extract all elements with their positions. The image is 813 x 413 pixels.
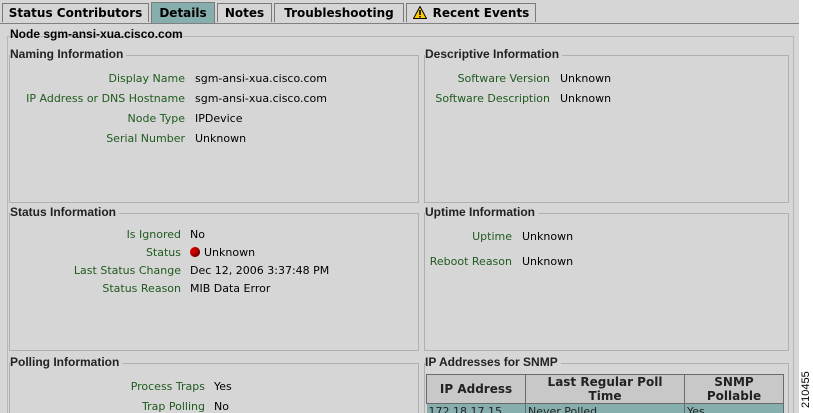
node-prefix: Node: [10, 27, 40, 41]
is-ignored-label: Is Ignored: [126, 228, 181, 241]
status-label: Status: [145, 246, 181, 259]
uptime-value: Unknown: [522, 230, 574, 243]
software-description-label: Software Description: [435, 92, 550, 105]
table-row[interactable]: 172.18.17.15 Never Polled Yes: [426, 403, 784, 413]
process-traps-value: Yes: [214, 380, 232, 393]
software-version-value: Unknown: [560, 72, 612, 85]
serial-number-label: Serial Number: [106, 132, 185, 145]
status-information-group: Status Information Is Ignored No Status …: [9, 205, 419, 351]
tab-label: Recent Events: [432, 6, 530, 20]
snmp-addresses-title: IP Addresses for SNMP: [425, 355, 561, 369]
tab-status-contributors[interactable]: Status Contributors: [2, 3, 149, 22]
tab-label: Details: [159, 6, 207, 20]
status-reason-value: MIB Data Error: [190, 282, 271, 295]
tab-bar: Status Contributors Details Notes Troubl…: [0, 0, 799, 24]
reboot-reason-label: Reboot Reason: [429, 255, 512, 268]
uptime-label: Uptime: [472, 230, 512, 243]
node-type-value: IPDevice: [195, 112, 243, 125]
tab-label: Status Contributors: [8, 6, 143, 20]
column-header-snmp-pollable[interactable]: SNMP Pollable: [684, 374, 784, 404]
status-information-title: Status Information: [10, 205, 120, 219]
details-panel: Node sgm-ansi-xua.cisco.com Naming Infor…: [4, 24, 795, 413]
warning-icon: [412, 5, 427, 25]
column-header-last-poll-time[interactable]: Last Regular Poll Time: [525, 374, 685, 404]
ip-hostname-value: sgm-ansi-xua.cisco.com: [195, 92, 327, 105]
descriptive-information-group: Descriptive Information Software Version…: [424, 47, 789, 203]
polling-information-title: Polling Information: [10, 355, 123, 369]
last-poll-time-cell: Never Polled: [525, 403, 685, 413]
node-title: Node sgm-ansi-xua.cisco.com: [10, 27, 183, 41]
display-name-label: Display Name: [108, 72, 186, 85]
naming-information-group: Naming Information Display Name sgm-ansi…: [9, 47, 419, 203]
table-header-row: IP Address Last Regular Poll Time SNMP P…: [426, 374, 784, 404]
last-status-change-value: Dec 12, 2006 3:37:48 PM: [190, 264, 330, 277]
status-value: Unknown: [204, 246, 256, 259]
is-ignored-value: No: [190, 228, 205, 241]
software-version-label: Software Version: [457, 72, 550, 85]
ip-hostname-label: IP Address or DNS Hostname: [26, 92, 185, 105]
snmp-pollable-cell: Yes: [684, 403, 784, 413]
uptime-information-group: Uptime Information Uptime Unknown Reboot…: [424, 205, 789, 351]
last-status-change-label: Last Status Change: [73, 264, 181, 277]
reboot-reason-value: Unknown: [522, 255, 574, 268]
tab-details[interactable]: Details: [151, 2, 215, 23]
tab-label: Troubleshooting: [284, 6, 394, 20]
display-name-value: sgm-ansi-xua.cisco.com: [195, 72, 327, 85]
snmp-addresses-group: IP Addresses for SNMP IP Address Last Re…: [424, 355, 789, 413]
process-traps-label: Process Traps: [130, 380, 205, 393]
status-reason-label: Status Reason: [102, 282, 181, 295]
naming-information-title: Naming Information: [10, 47, 127, 61]
tab-recent-events[interactable]: Recent Events: [406, 3, 536, 22]
trap-polling-value: No: [214, 400, 229, 413]
tab-troubleshooting[interactable]: Troubleshooting: [274, 3, 404, 22]
descriptive-information-title: Descriptive Information: [425, 47, 563, 61]
details-window: Status Contributors Details Notes Troubl…: [0, 0, 799, 413]
software-description-value: Unknown: [560, 92, 612, 105]
column-header-ip-address[interactable]: IP Address: [426, 374, 526, 404]
node-name: sgm-ansi-xua.cisco.com: [43, 27, 183, 41]
status-indicator-icon: [190, 247, 200, 257]
ip-address-cell: 172.18.17.15: [426, 403, 526, 413]
snmp-address-table: IP Address Last Regular Poll Time SNMP P…: [426, 374, 784, 413]
tab-notes[interactable]: Notes: [217, 3, 272, 22]
serial-number-value: Unknown: [195, 132, 247, 145]
uptime-information-title: Uptime Information: [425, 205, 538, 219]
tab-label: Notes: [224, 6, 265, 20]
polling-information-group: Polling Information Process Traps Yes Tr…: [9, 355, 419, 413]
trap-polling-label: Trap Polling: [142, 400, 205, 413]
node-type-label: Node Type: [127, 112, 185, 125]
